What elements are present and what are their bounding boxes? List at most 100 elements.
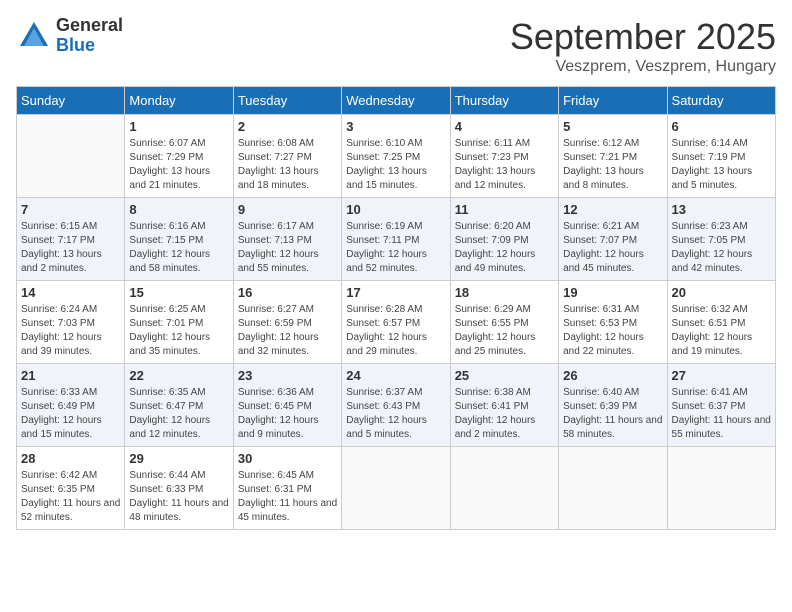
calendar-cell: 2Sunrise: 6:08 AMSunset: 7:27 PMDaylight… xyxy=(233,115,341,198)
calendar-cell: 15Sunrise: 6:25 AMSunset: 7:01 PMDayligh… xyxy=(125,281,233,364)
calendar-cell xyxy=(342,447,450,530)
calendar-cell: 30 Sunrise: 6:45 AMSunset: 6:31 PMDayligh… xyxy=(233,447,341,530)
day-number: 5 xyxy=(563,119,662,134)
location-title: Veszprem, Veszprem, Hungary xyxy=(510,58,776,76)
calendar-cell: 22Sunrise: 6:35 AMSunset: 6:47 PMDayligh… xyxy=(125,364,233,447)
day-number: 1 xyxy=(129,119,228,134)
day-info: Sunrise: 6:33 AMSunset: 6:49 PMDaylight:… xyxy=(21,386,120,442)
day-info: Sunrise: 6:31 AMSunset: 6:53 PMDaylight:… xyxy=(563,303,662,359)
day-number: 10 xyxy=(346,202,445,217)
day-number: 20 xyxy=(672,285,771,300)
weekday-header-monday: Monday xyxy=(125,87,233,115)
day-number: 7 xyxy=(21,202,120,217)
day-info: Sunrise: 6:35 AMSunset: 6:47 PMDaylight:… xyxy=(129,386,228,442)
weekday-header-thursday: Thursday xyxy=(450,87,558,115)
calendar-week-row: 28 Sunrise: 6:42 AMSunset: 6:35 PMDayligh… xyxy=(17,447,776,530)
day-number: 17 xyxy=(346,285,445,300)
logo-icon xyxy=(16,18,52,54)
day-info: Sunrise: 6:12 AMSunset: 7:21 PMDaylight:… xyxy=(563,137,662,193)
day-number: 4 xyxy=(455,119,554,134)
calendar-cell: 12 Sunrise: 6:21 AMSunset: 7:07 PMDayligh… xyxy=(559,198,667,281)
calendar-table: SundayMondayTuesdayWednesdayThursdayFrid… xyxy=(16,86,776,530)
day-number: 8 xyxy=(129,202,228,217)
calendar-cell: 24 Sunrise: 6:37 AMSunset: 6:43 PMDayligh… xyxy=(342,364,450,447)
day-number: 14 xyxy=(21,285,120,300)
day-number: 2 xyxy=(238,119,337,134)
logo: General Blue xyxy=(16,16,123,56)
day-info: Sunrise: 6:16 AMSunset: 7:15 PMDaylight:… xyxy=(129,220,228,276)
logo-general-text: General xyxy=(56,16,123,36)
day-info: Sunrise: 6:17 AMSunset: 7:13 PMDaylight:… xyxy=(238,220,337,276)
day-info: Sunrise: 6:24 AMSunset: 7:03 PMDaylight:… xyxy=(21,303,120,359)
calendar-cell: 8 Sunrise: 6:16 AMSunset: 7:15 PMDaylight… xyxy=(125,198,233,281)
calendar-cell: 3 Sunrise: 6:10 AMSunset: 7:25 PMDaylight… xyxy=(342,115,450,198)
day-number: 12 xyxy=(563,202,662,217)
day-number: 6 xyxy=(672,119,771,134)
day-number: 13 xyxy=(672,202,771,217)
day-info: Sunrise: 6:07 AMSunset: 7:29 PMDaylight:… xyxy=(129,137,228,193)
page-header: General Blue September 2025 Veszprem, Ve… xyxy=(16,16,776,76)
calendar-cell xyxy=(450,447,558,530)
day-info: Sunrise: 6:25 AMSunset: 7:01 PMDaylight:… xyxy=(129,303,228,359)
day-number: 24 xyxy=(346,368,445,383)
month-title: September 2025 xyxy=(510,16,776,58)
day-number: 23 xyxy=(238,368,337,383)
calendar-week-row: 14 Sunrise: 6:24 AMSunset: 7:03 PMDayligh… xyxy=(17,281,776,364)
calendar-cell: 17 Sunrise: 6:28 AMSunset: 6:57 PMDayligh… xyxy=(342,281,450,364)
day-info: Sunrise: 6:42 AMSunset: 6:35 PMDaylight:… xyxy=(21,469,120,525)
day-number: 9 xyxy=(238,202,337,217)
calendar-cell: 5 Sunrise: 6:12 AMSunset: 7:21 PMDaylight… xyxy=(559,115,667,198)
calendar-cell: 14 Sunrise: 6:24 AMSunset: 7:03 PMDayligh… xyxy=(17,281,125,364)
logo-blue-text: Blue xyxy=(56,36,123,56)
day-info: Sunrise: 6:37 AMSunset: 6:43 PMDaylight:… xyxy=(346,386,445,442)
day-info: Sunrise: 6:11 AMSunset: 7:23 PMDaylight:… xyxy=(455,137,554,193)
calendar-cell: 9 Sunrise: 6:17 AMSunset: 7:13 PMDaylight… xyxy=(233,198,341,281)
day-info: Sunrise: 6:21 AMSunset: 7:07 PMDaylight:… xyxy=(563,220,662,276)
weekday-header-sunday: Sunday xyxy=(17,87,125,115)
calendar-week-row: 1 Sunrise: 6:07 AMSunset: 7:29 PMDaylight… xyxy=(17,115,776,198)
day-number: 30 xyxy=(238,451,337,466)
logo-text: General Blue xyxy=(56,16,123,56)
calendar-cell: 28 Sunrise: 6:42 AMSunset: 6:35 PMDayligh… xyxy=(17,447,125,530)
calendar-cell: 10 Sunrise: 6:19 AMSunset: 7:11 PMDayligh… xyxy=(342,198,450,281)
day-info: Sunrise: 6:41 AMSunset: 6:37 PMDaylight:… xyxy=(672,386,771,442)
weekday-header-tuesday: Tuesday xyxy=(233,87,341,115)
day-info: Sunrise: 6:40 AMSunset: 6:39 PMDaylight:… xyxy=(563,386,662,442)
day-info: Sunrise: 6:44 AMSunset: 6:33 PMDaylight:… xyxy=(129,469,228,525)
calendar-cell: 16Sunrise: 6:27 AMSunset: 6:59 PMDayligh… xyxy=(233,281,341,364)
calendar-cell: 11Sunrise: 6:20 AMSunset: 7:09 PMDayligh… xyxy=(450,198,558,281)
day-info: Sunrise: 6:45 AMSunset: 6:31 PMDaylight:… xyxy=(238,469,337,525)
day-number: 29 xyxy=(129,451,228,466)
day-info: Sunrise: 6:10 AMSunset: 7:25 PMDaylight:… xyxy=(346,137,445,193)
calendar-cell: 27 Sunrise: 6:41 AMSunset: 6:37 PMDayligh… xyxy=(667,364,775,447)
day-number: 26 xyxy=(563,368,662,383)
calendar-cell: 25Sunrise: 6:38 AMSunset: 6:41 PMDayligh… xyxy=(450,364,558,447)
day-info: Sunrise: 6:19 AMSunset: 7:11 PMDaylight:… xyxy=(346,220,445,276)
calendar-cell: 23Sunrise: 6:36 AMSunset: 6:45 PMDayligh… xyxy=(233,364,341,447)
weekday-header-row: SundayMondayTuesdayWednesdayThursdayFrid… xyxy=(17,87,776,115)
weekday-header-wednesday: Wednesday xyxy=(342,87,450,115)
calendar-week-row: 21 Sunrise: 6:33 AMSunset: 6:49 PMDayligh… xyxy=(17,364,776,447)
day-number: 28 xyxy=(21,451,120,466)
day-info: Sunrise: 6:32 AMSunset: 6:51 PMDaylight:… xyxy=(672,303,771,359)
calendar-cell: 18 Sunrise: 6:29 AMSunset: 6:55 PMDayligh… xyxy=(450,281,558,364)
day-info: Sunrise: 6:28 AMSunset: 6:57 PMDaylight:… xyxy=(346,303,445,359)
weekday-header-saturday: Saturday xyxy=(667,87,775,115)
day-info: Sunrise: 6:29 AMSunset: 6:55 PMDaylight:… xyxy=(455,303,554,359)
day-info: Sunrise: 6:23 AMSunset: 7:05 PMDaylight:… xyxy=(672,220,771,276)
calendar-cell xyxy=(17,115,125,198)
day-number: 18 xyxy=(455,285,554,300)
day-number: 27 xyxy=(672,368,771,383)
calendar-cell: 29 Sunrise: 6:44 AMSunset: 6:33 PMDayligh… xyxy=(125,447,233,530)
calendar-cell xyxy=(667,447,775,530)
calendar-cell: 21 Sunrise: 6:33 AMSunset: 6:49 PMDayligh… xyxy=(17,364,125,447)
day-info: Sunrise: 6:20 AMSunset: 7:09 PMDaylight:… xyxy=(455,220,554,276)
weekday-header-friday: Friday xyxy=(559,87,667,115)
calendar-cell xyxy=(559,447,667,530)
day-number: 19 xyxy=(563,285,662,300)
day-info: Sunrise: 6:15 AMSunset: 7:17 PMDaylight:… xyxy=(21,220,120,276)
day-number: 3 xyxy=(346,119,445,134)
calendar-cell: 13 Sunrise: 6:23 AMSunset: 7:05 PMDayligh… xyxy=(667,198,775,281)
title-section: September 2025 Veszprem, Veszprem, Hunga… xyxy=(510,16,776,76)
day-number: 21 xyxy=(21,368,120,383)
